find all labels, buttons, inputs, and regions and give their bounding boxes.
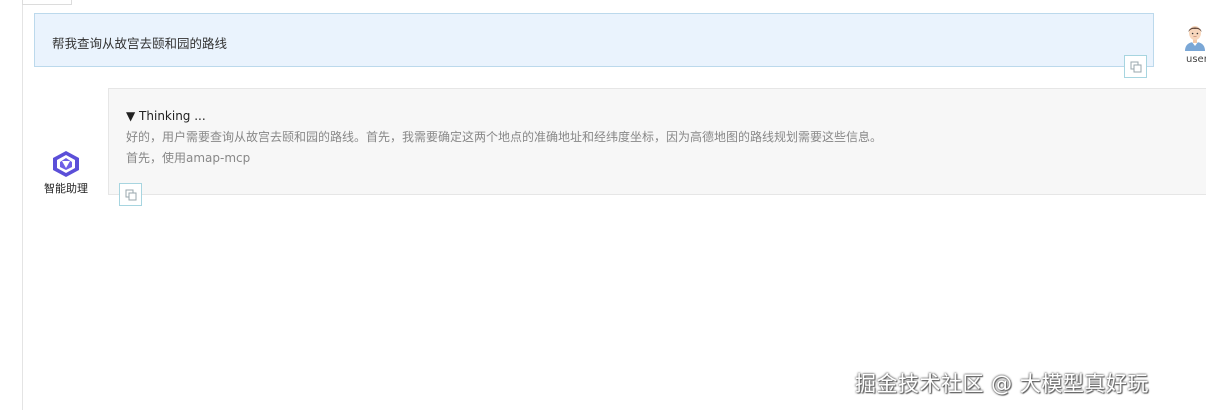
- copy-user-message-button[interactable]: [1124, 55, 1147, 78]
- watermark: 掘金技术社区 @ 大模型真好玩: [855, 372, 1149, 396]
- assistant-logo-icon: [53, 151, 79, 177]
- copy-assistant-message-button[interactable]: [119, 183, 142, 206]
- thinking-line: 首先，使用amap-mcp: [126, 151, 251, 165]
- assistant-message-bubble: ▼ Thinking ... 好的，用户需要查询从故宫去颐和园的路线。首先，我需…: [108, 88, 1206, 195]
- assistant-author-label: 智能助理: [44, 182, 88, 195]
- assistant-avatar: [51, 150, 81, 182]
- top-tab-stub: [22, 0, 72, 5]
- thinking-line: 好的，用户需要查询从故宫去颐和园的路线。首先，我需要确定这两个地点的准确地址和经…: [126, 130, 883, 144]
- left-divider: [22, 0, 23, 410]
- user-message-text: 帮我查询从故宫去颐和园的路线: [52, 36, 228, 51]
- thinking-toggle[interactable]: ▼ Thinking ...: [126, 109, 206, 123]
- copy-icon: [125, 189, 137, 201]
- user-author-label: user: [1186, 54, 1206, 65]
- copy-icon: [1130, 61, 1142, 73]
- user-message-bubble: 帮我查询从故宫去颐和园的路线: [34, 13, 1154, 67]
- user-avatar: [1180, 22, 1206, 56]
- user-avatar-icon: [1185, 26, 1205, 51]
